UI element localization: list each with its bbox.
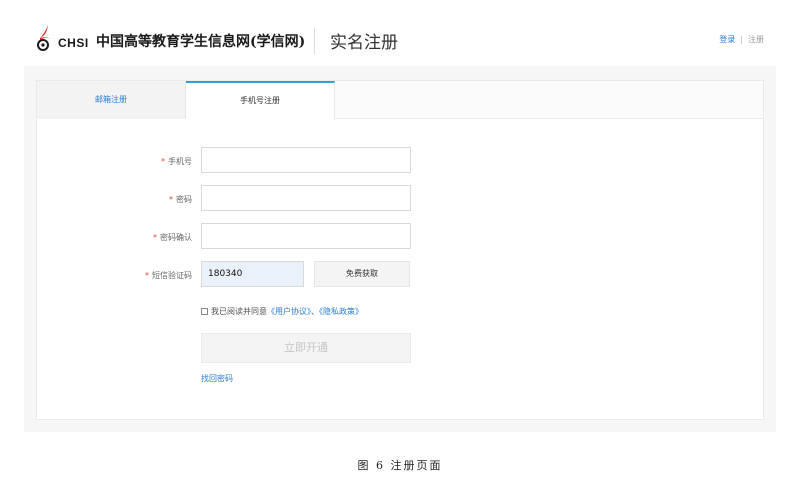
confirm-label-text: 密码确认 [160,233,192,242]
site-name[interactable]: 中国高等教育学生信息网(学信网) [96,31,305,51]
page-title: 实名注册 [330,33,398,53]
tab-phone-register[interactable]: 手机号注册 [186,81,335,120]
tab-email-register[interactable]: 邮箱注册 [37,81,186,119]
phone-input[interactable] [201,147,411,173]
registration-panel: 邮箱注册 手机号注册 [36,80,764,420]
register-link[interactable]: 注册 [748,35,764,44]
forgot-password-link[interactable]: 找回密码 [201,373,233,384]
figure-caption: 图 6 注册页面 [357,459,443,472]
agreement-row: 我已阅读并同意《用户协议》、《隐私政策》 [201,306,363,317]
privacy-policy-link[interactable]: 《隐私政策》 [319,307,363,316]
phone-label-text: 手机号 [168,157,192,166]
required-mark: * [169,195,173,204]
agree-separator: 、 [311,307,319,316]
required-mark: * [161,157,165,166]
header-divider [314,28,315,54]
site-header: CHSI 中国高等教育学生信息网(学信网) 实名注册 登录 | 注册 [0,0,800,70]
top-links-separator: | [740,35,743,44]
password-label-text: 密码 [176,195,192,204]
sms-code-input[interactable]: 180340 [201,261,304,287]
agree-checkbox[interactable] [201,308,208,315]
submit-button[interactable]: 立即开通 [201,333,411,363]
password-label: * 密码 [82,194,192,205]
confirm-password-input[interactable] [201,223,411,249]
login-link[interactable]: 登录 [719,35,735,44]
required-mark: * [145,271,149,280]
user-agreement-link[interactable]: 《用户协议》 [267,307,311,316]
required-mark: * [153,233,157,242]
sms-code-label: * 短信验证码 [82,270,192,281]
confirm-password-label: * 密码确认 [82,232,192,243]
chsi-logo-icon[interactable] [34,24,58,52]
top-links: 登录 | 注册 [719,34,764,45]
agree-text: 我已阅读并同意 [211,307,267,316]
get-sms-code-button[interactable]: 免费获取 [314,261,410,287]
phone-label: * 手机号 [82,156,192,167]
password-input[interactable] [201,185,411,211]
logo-text: CHSI [58,36,89,50]
sms-label-text: 短信验证码 [152,271,192,280]
tab-bar: 邮箱注册 手机号注册 [37,81,763,120]
